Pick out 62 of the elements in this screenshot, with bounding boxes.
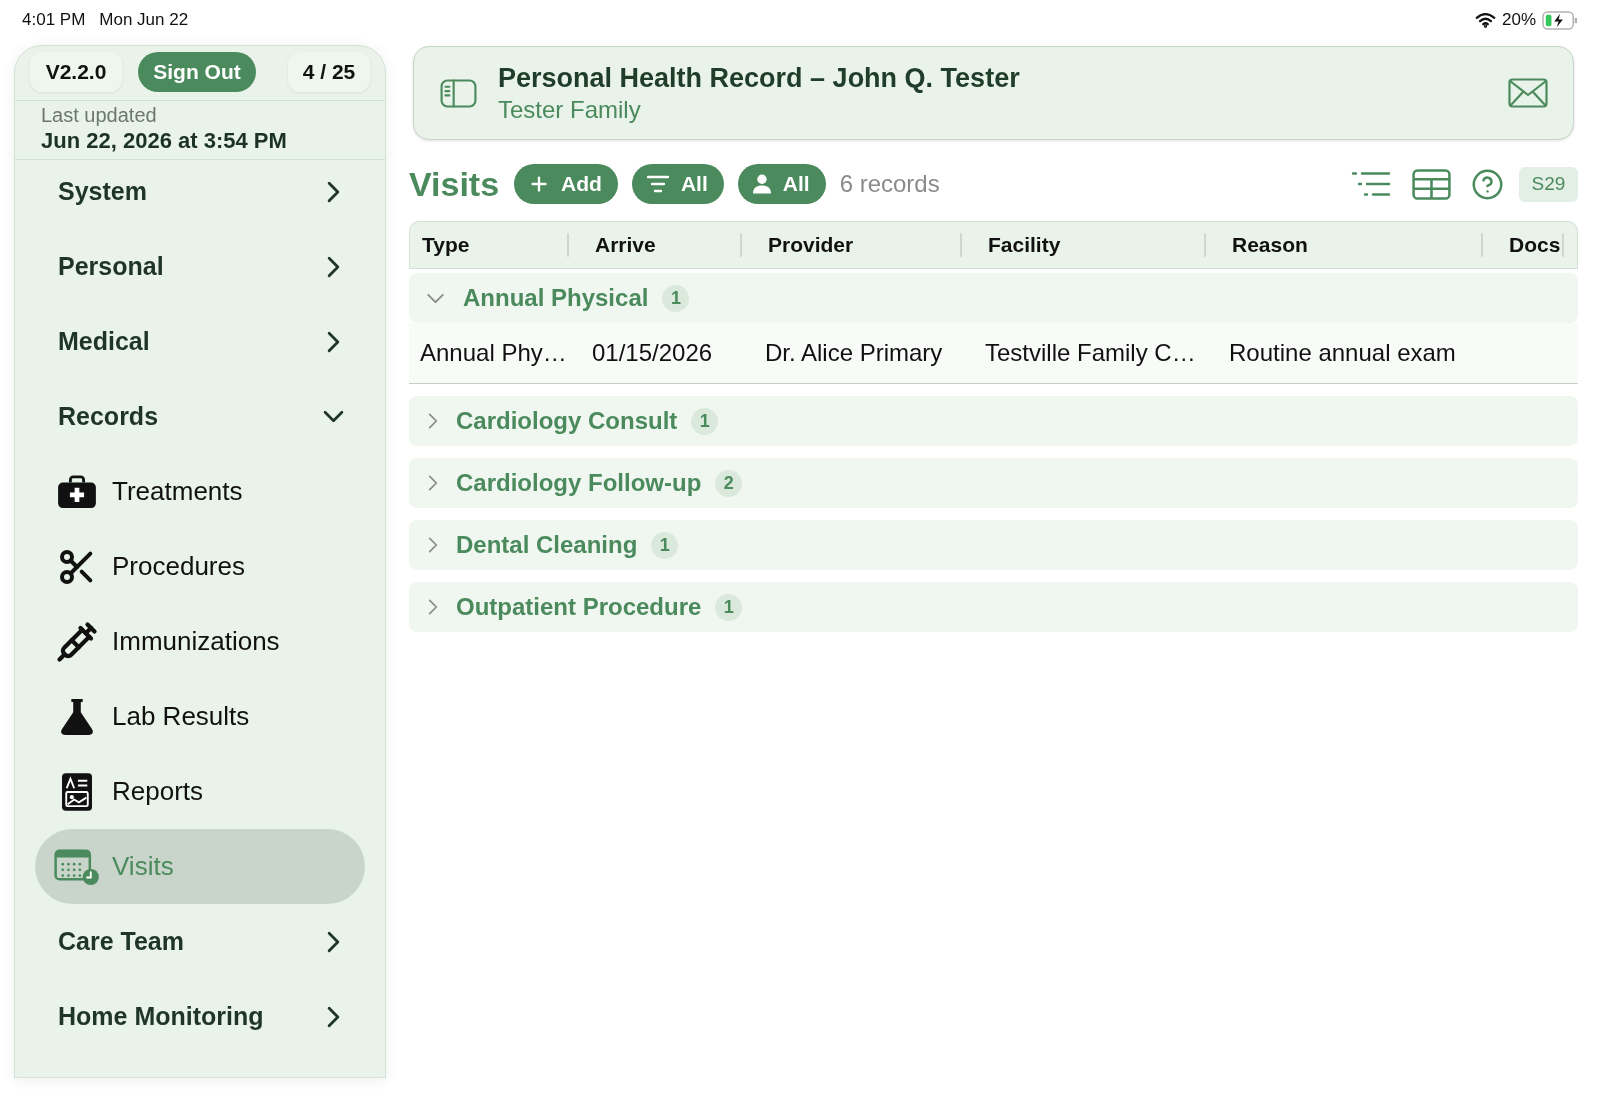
last-updated-label: Last updated xyxy=(41,103,157,127)
battery-icon xyxy=(1542,10,1578,30)
sidebar-item[interactable]: Treatments xyxy=(35,454,365,529)
group-count: 2 xyxy=(715,469,743,497)
record-count: 6 records xyxy=(839,169,940,199)
screen-code: S29 xyxy=(1519,166,1578,202)
sidebar-section[interactable]: Care Team xyxy=(15,904,385,979)
column-header: Provider xyxy=(768,232,854,259)
sidebar-item[interactable]: Lab Results xyxy=(35,679,365,754)
calendar-clock-icon xyxy=(54,847,100,886)
sidebar-item[interactable]: Immunizations xyxy=(35,604,365,679)
table-row[interactable]: Annual Phy… 01/15/2026 Dr. Alice Primary Testville Family C… Routine annual exam xyxy=(409,323,1578,384)
status-date: Mon Jun 22 xyxy=(99,9,189,32)
app-version: V2.2.0 xyxy=(30,52,122,92)
sidebar-section[interactable]: Home Monitoring xyxy=(15,979,385,1054)
sign-out-button[interactable]: Sign Out xyxy=(138,52,256,92)
column-header: Reason xyxy=(1232,232,1308,259)
medical-bag-icon xyxy=(57,474,97,509)
flask-icon xyxy=(60,697,94,736)
table-cell-text: Routine annual exam xyxy=(1229,338,1456,368)
table-cell-text: 01/15/2026 xyxy=(592,338,713,368)
column-header: Type xyxy=(422,232,470,259)
group-row[interactable]: Outpatient Procedure 1 xyxy=(409,582,1578,632)
battery-percent: 20% xyxy=(1501,9,1536,32)
toolbar-button[interactable]: All xyxy=(737,164,826,204)
sidebar-item[interactable]: Procedures xyxy=(35,529,365,604)
column-header: Arrive xyxy=(595,232,656,259)
toolbar-button[interactable]: Add xyxy=(514,164,618,204)
help-icon[interactable] xyxy=(1471,167,1504,201)
status-time: 4:01 PM xyxy=(22,9,86,32)
column-header: Docs xyxy=(1509,232,1561,259)
group-count: 1 xyxy=(691,407,719,435)
sidebar-item[interactable]: Reports xyxy=(35,754,365,829)
document-icon xyxy=(62,772,92,811)
group-row[interactable]: Annual Physical 1 xyxy=(409,273,1578,323)
table-icon[interactable] xyxy=(1412,168,1451,200)
group-count: 1 xyxy=(651,531,679,559)
person-icon xyxy=(751,174,772,194)
sidebar-section[interactable]: Personal xyxy=(15,229,385,304)
group-row[interactable]: Cardiology Consult 1 xyxy=(409,396,1578,446)
sidebar-section[interactable]: Medical xyxy=(15,304,385,379)
wifi-icon xyxy=(1474,12,1496,28)
mail-icon[interactable] xyxy=(1508,78,1548,108)
list-icon[interactable] xyxy=(1351,171,1391,197)
page-count: 4 / 25 xyxy=(288,52,370,92)
sidebar-section[interactable]: Records xyxy=(15,379,385,454)
toolbar-button[interactable]: All xyxy=(631,164,724,204)
group-row[interactable]: Dental Cleaning 1 xyxy=(409,520,1578,570)
table-cell-text: Annual Phy… xyxy=(420,338,567,368)
sidebar-section[interactable]: System xyxy=(15,154,385,229)
group-row[interactable]: Cardiology Follow-up 2 xyxy=(409,458,1578,508)
record-subtitle: Tester Family xyxy=(498,95,641,125)
last-updated-time: Jun 22, 2026 at 3:54 PM xyxy=(41,127,287,155)
syringe-icon xyxy=(56,620,98,663)
group-count: 1 xyxy=(715,593,743,621)
column-header: Facility xyxy=(988,232,1061,259)
table-cell-text: Dr. Alice Primary xyxy=(765,338,943,368)
sidebar-icon[interactable] xyxy=(440,78,477,108)
group-count: 1 xyxy=(662,284,690,312)
page-title: Visits xyxy=(409,164,500,204)
record-title: Personal Health Record – John Q. Tester xyxy=(498,62,1020,95)
table-cell-text: Testville Family C… xyxy=(985,338,1196,368)
